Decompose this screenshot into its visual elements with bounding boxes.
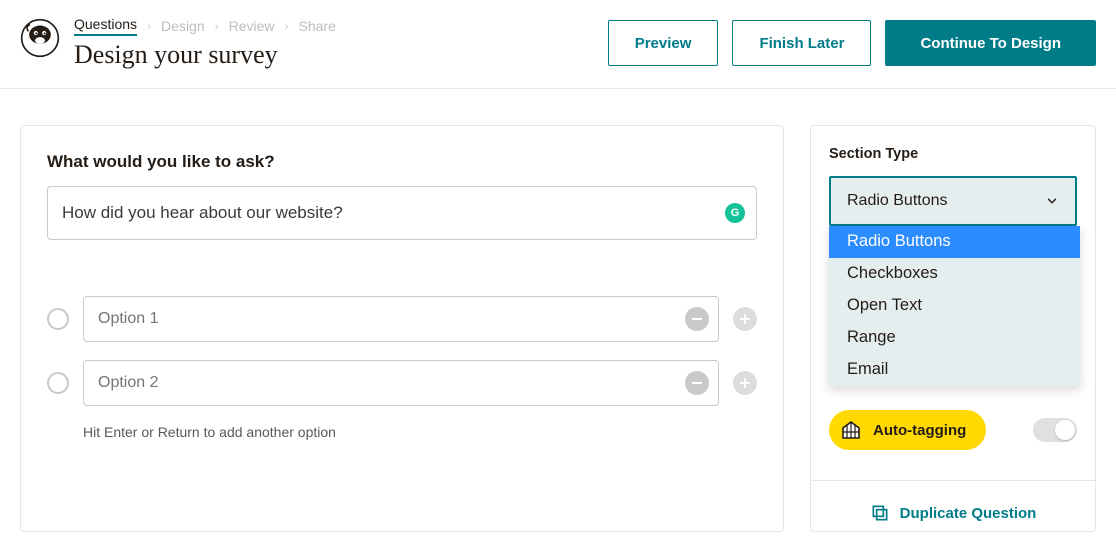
settings-panel: Section Type Radio Buttons Radio Buttons… (810, 125, 1096, 532)
preview-button[interactable]: Preview (608, 20, 719, 66)
options-list: Hit Enter or Return to add another optio… (47, 296, 757, 440)
radio-icon (47, 372, 69, 394)
option-row (47, 360, 757, 406)
breadcrumb-questions[interactable]: Questions (74, 16, 137, 36)
duplicate-question-button[interactable]: Duplicate Question (829, 481, 1077, 531)
chevron-right-icon: › (215, 19, 219, 33)
dropdown-item-radio-buttons[interactable]: Radio Buttons (829, 226, 1080, 258)
dropdown-item-open-text[interactable]: Open Text (829, 290, 1080, 322)
content-area: What would you like to ask? G (0, 89, 1116, 532)
app-header: Questions › Design › Review › Share Desi… (0, 0, 1116, 89)
header-buttons: Preview Finish Later Continue To Design (608, 20, 1096, 66)
mailchimp-logo (20, 18, 60, 58)
add-option-button[interactable] (733, 371, 757, 395)
option-input-wrap (83, 296, 719, 342)
section-type-select[interactable]: Radio Buttons (829, 176, 1077, 226)
header-left: Questions › Design › Review › Share Desi… (74, 16, 594, 70)
section-type-value: Radio Buttons (847, 192, 948, 210)
remove-option-button[interactable] (685, 307, 709, 331)
finish-later-button[interactable]: Finish Later (732, 20, 871, 66)
breadcrumb-design[interactable]: Design (161, 18, 205, 34)
section-type-dropdown: Radio Buttons Checkboxes Open Text Range… (829, 226, 1080, 386)
auto-tagging-switch[interactable] (1033, 418, 1077, 442)
add-option-button[interactable] (733, 307, 757, 331)
question-input[interactable] (47, 186, 757, 240)
dropdown-item-range[interactable]: Range (829, 322, 1080, 354)
breadcrumb-share[interactable]: Share (299, 18, 336, 34)
option-input-wrap (83, 360, 719, 406)
section-type-select-wrap: Radio Buttons Radio Buttons Checkboxes O… (829, 176, 1077, 226)
option-input[interactable] (83, 296, 719, 342)
continue-button[interactable]: Continue To Design (885, 20, 1096, 66)
chevron-right-icon: › (285, 19, 289, 33)
chevron-down-icon (1045, 194, 1059, 208)
grammarly-icon[interactable]: G (725, 203, 745, 223)
option-row (47, 296, 757, 342)
dropdown-item-checkboxes[interactable]: Checkboxes (829, 258, 1080, 290)
duplicate-icon (870, 503, 890, 523)
question-editor-panel: What would you like to ask? G (20, 125, 784, 532)
dropdown-item-email[interactable]: Email (829, 354, 1080, 386)
option-hint: Hit Enter or Return to add another optio… (83, 424, 757, 440)
question-prompt-label: What would you like to ask? (47, 152, 757, 172)
auto-tagging-row: Auto-tagging (829, 410, 1077, 450)
chevron-right-icon: › (147, 19, 151, 33)
breadcrumb-review[interactable]: Review (229, 18, 275, 34)
auto-tagging-pill[interactable]: Auto-tagging (829, 410, 986, 450)
page-title: Design your survey (74, 40, 594, 70)
auto-tag-icon (839, 418, 863, 442)
option-input[interactable] (83, 360, 719, 406)
radio-icon (47, 308, 69, 330)
duplicate-label: Duplicate Question (900, 505, 1037, 522)
section-type-label: Section Type (829, 146, 1077, 162)
auto-tagging-label: Auto-tagging (873, 422, 966, 439)
remove-option-button[interactable] (685, 371, 709, 395)
breadcrumb: Questions › Design › Review › Share (74, 16, 594, 36)
question-input-wrap: G (47, 186, 757, 240)
